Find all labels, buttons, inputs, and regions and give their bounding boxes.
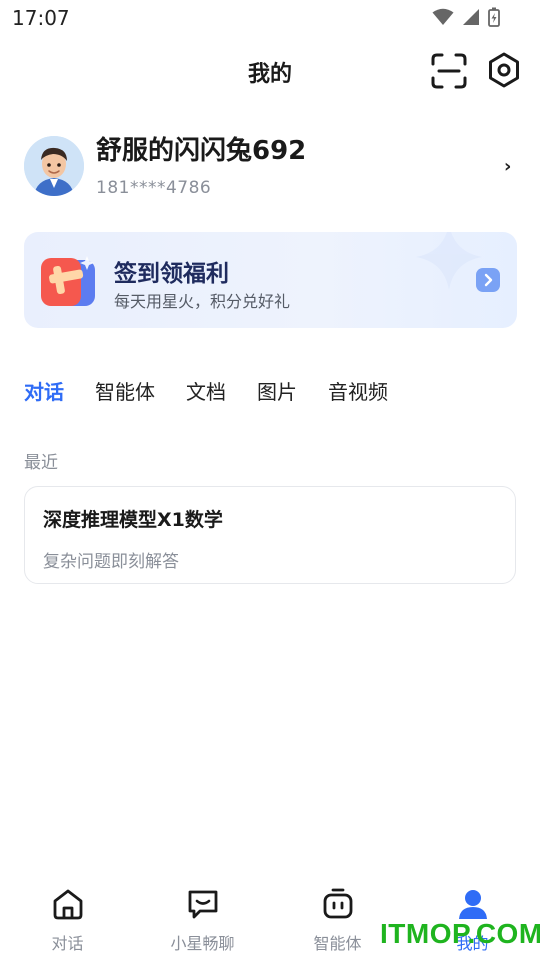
tab-images[interactable]: 图片 <box>257 372 297 412</box>
tab-agents[interactable]: 智能体 <box>95 372 155 412</box>
chevron-right-icon[interactable]: › <box>504 156 511 177</box>
phone-number: 181****4786 <box>96 178 212 198</box>
sparkle-decoration-icon <box>416 232 482 290</box>
tab-chat[interactable]: 对话 <box>24 372 64 412</box>
chevron-right-icon <box>484 273 493 287</box>
home-icon <box>53 889 82 920</box>
content-tabs: 对话 智能体 文档 图片 音视频 <box>24 372 419 412</box>
nav-item-chat[interactable]: 对话 <box>0 880 135 960</box>
username: 舒服的闪闪兔692 <box>96 136 307 166</box>
avatar[interactable] <box>24 136 84 196</box>
signal-icon <box>463 9 479 25</box>
tab-documents[interactable]: 文档 <box>186 372 226 412</box>
watermark: ITMOP.COM <box>380 918 540 949</box>
tab-audio-video[interactable]: 音视频 <box>328 372 388 412</box>
signin-title: 签到领福利 <box>114 261 229 287</box>
nav-label-chat: 对话 <box>51 934 84 953</box>
battery-icon <box>488 7 500 27</box>
wifi-icon <box>432 8 454 25</box>
scan-button[interactable] <box>430 52 468 90</box>
settings-button[interactable] <box>484 50 524 90</box>
signin-arrow-button[interactable] <box>476 268 500 292</box>
chat-bubble-icon <box>188 890 217 919</box>
nav-label-xiaoxing-chat: 小星畅聊 <box>170 934 235 953</box>
gift-icon <box>41 256 95 306</box>
signin-card[interactable]: 签到领福利 每天用星火，积分兑好礼 <box>24 232 517 328</box>
status-bar: 17:07 <box>0 0 540 36</box>
agent-icon <box>323 888 352 919</box>
scan-icon <box>431 53 467 89</box>
nav-item-xiaoxing-chat[interactable]: 小星畅聊 <box>135 880 270 960</box>
header: 我的 <box>0 44 540 98</box>
profile-row[interactable]: 舒服的闪闪兔692 181****4786 › <box>0 126 540 210</box>
recent-item-card[interactable]: 深度推理模型X1数学 复杂问题即刻解答 <box>24 486 516 584</box>
status-icons <box>432 7 500 27</box>
user-icon <box>458 890 487 919</box>
status-time: 17:07 <box>12 6 70 30</box>
recent-item-title: 深度推理模型X1数学 <box>43 509 223 531</box>
signin-subtitle: 每天用星火，积分兑好礼 <box>114 292 291 311</box>
recent-section-label: 最近 <box>24 453 58 473</box>
settings-hexagon-icon <box>489 52 519 88</box>
avatar-image <box>24 136 84 196</box>
recent-item-description: 复杂问题即刻解答 <box>43 552 179 572</box>
